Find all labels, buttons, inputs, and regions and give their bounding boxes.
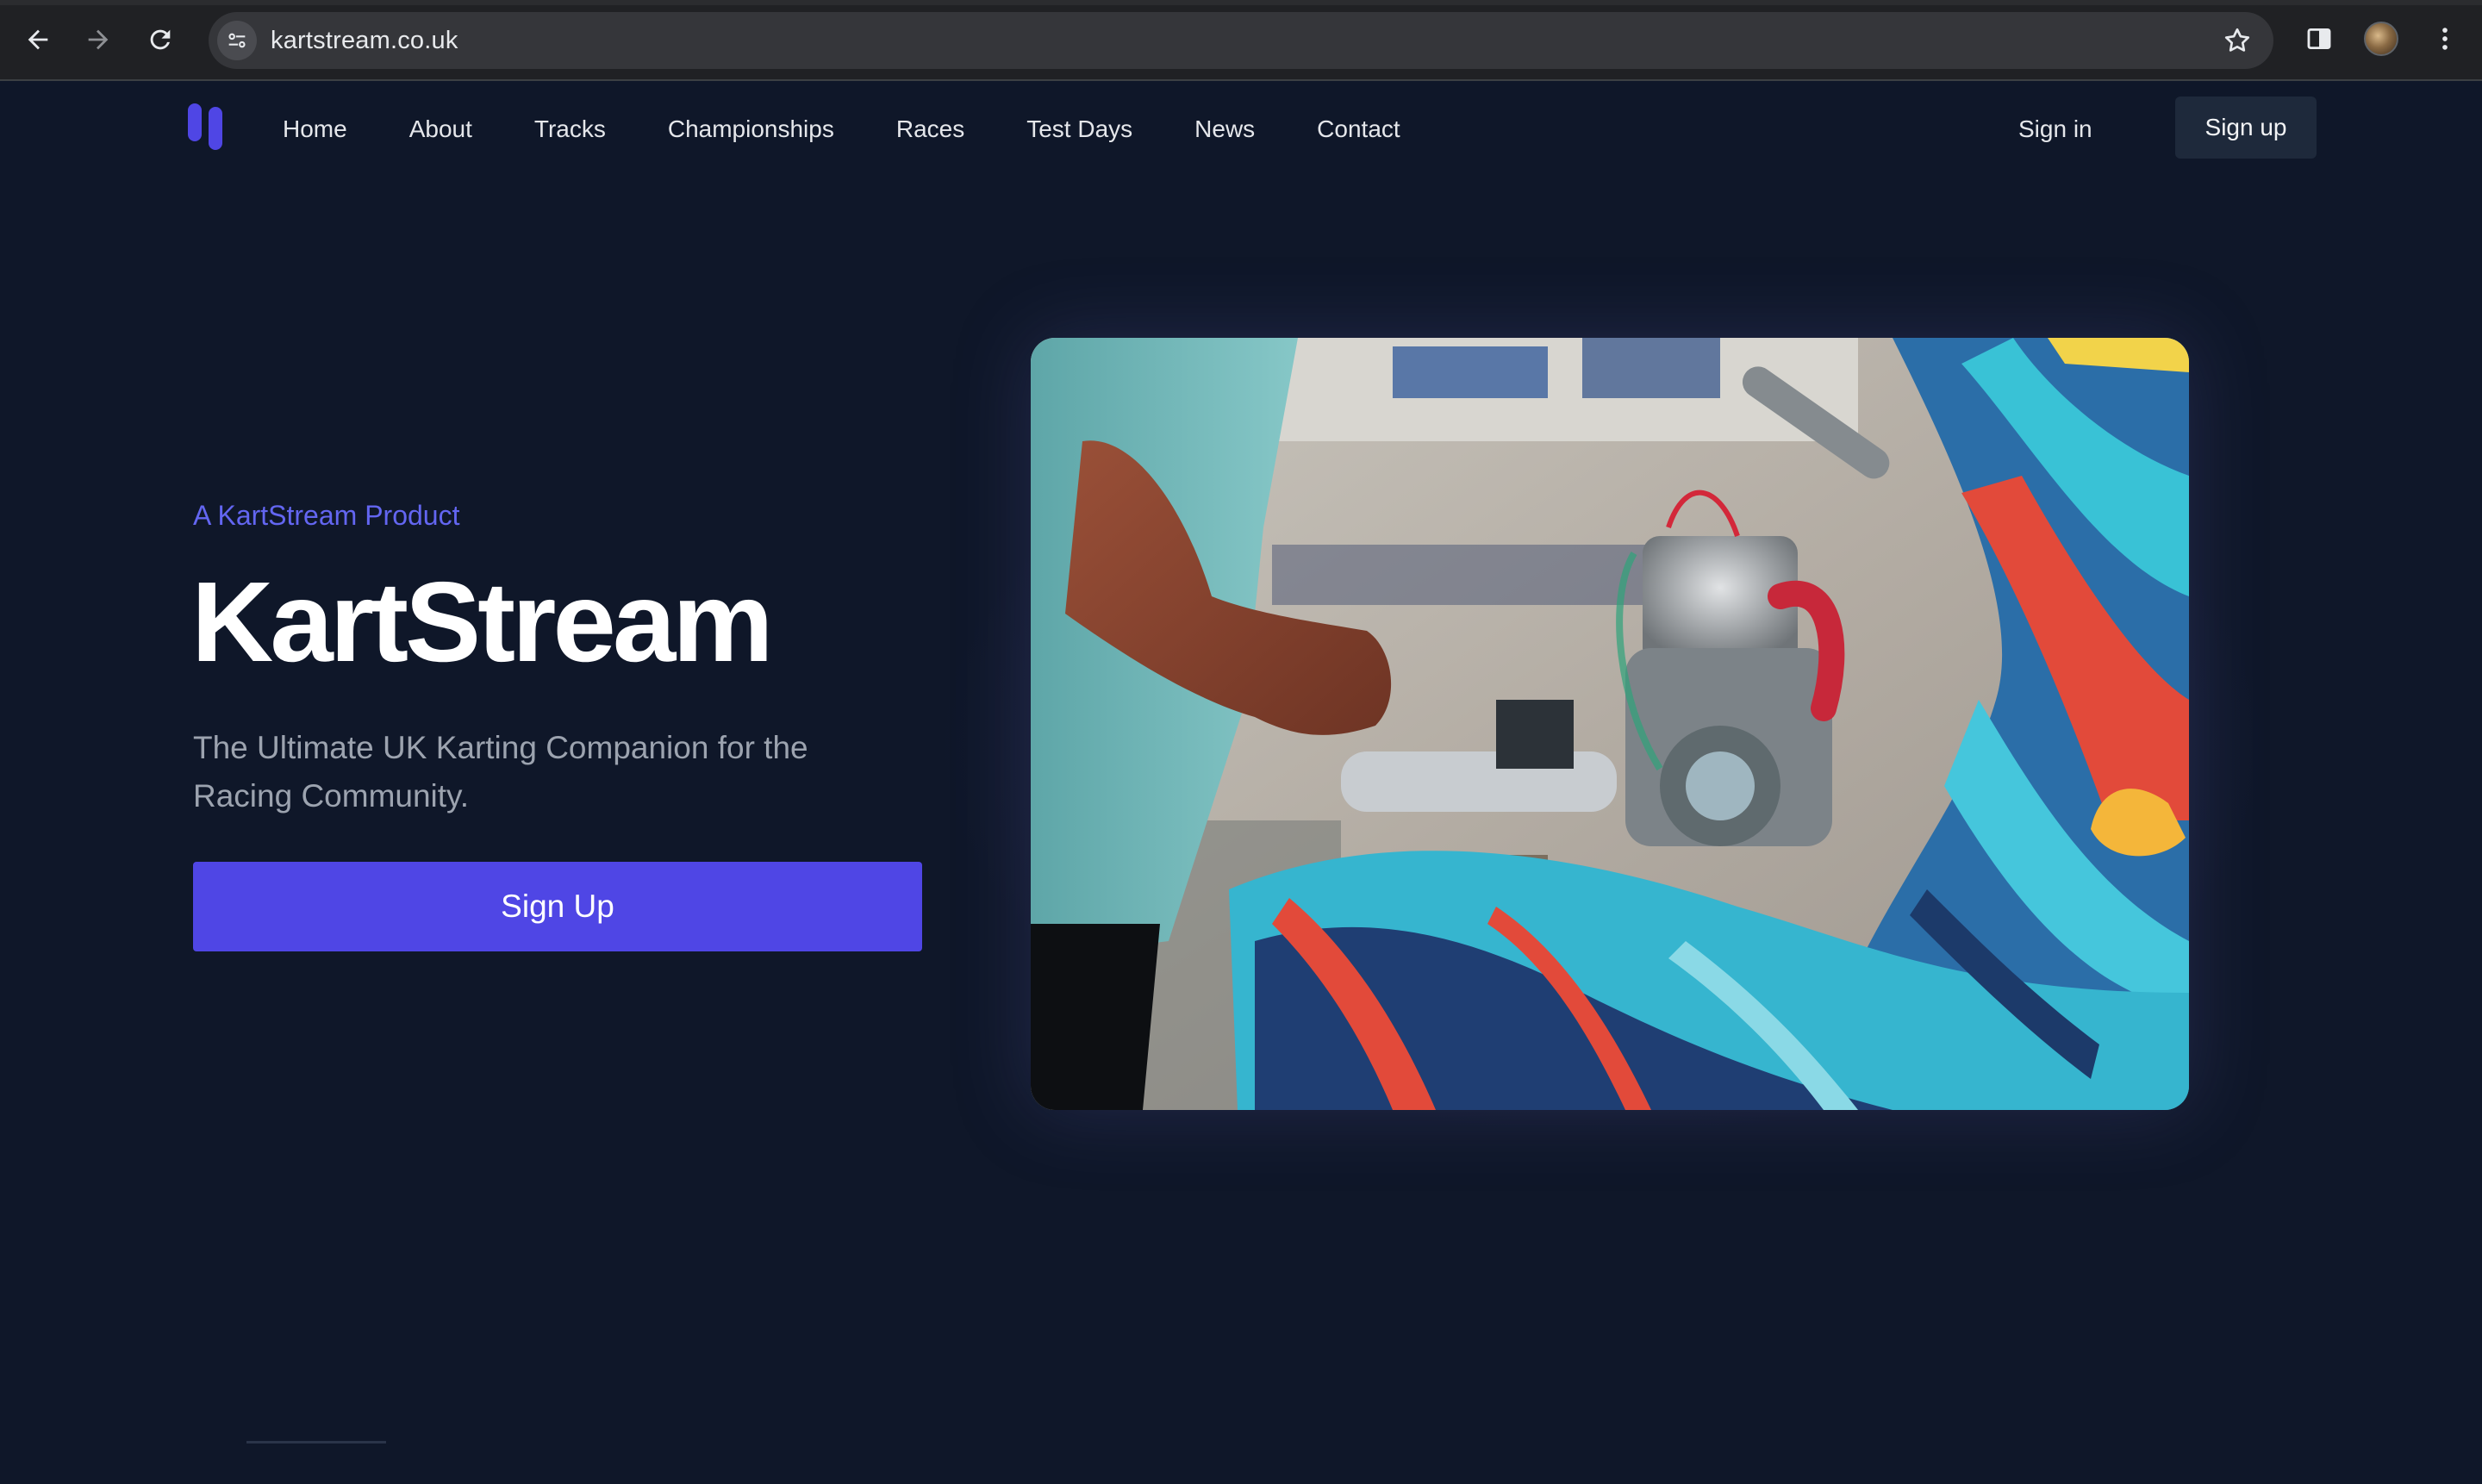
nav-link-about[interactable]: About bbox=[409, 115, 472, 143]
nav-link-races[interactable]: Races bbox=[896, 115, 964, 143]
more-vertical-icon bbox=[2442, 28, 2448, 50]
arrow-right-icon bbox=[88, 29, 109, 50]
reload-icon bbox=[150, 29, 171, 50]
arrow-left-icon bbox=[28, 29, 48, 50]
logo-mark bbox=[209, 107, 222, 150]
forward-button[interactable] bbox=[76, 17, 121, 62]
site-logo[interactable] bbox=[188, 103, 226, 150]
star-icon[interactable] bbox=[2222, 25, 2253, 56]
avatar bbox=[2364, 22, 2398, 56]
nav-link-test-days[interactable]: Test Days bbox=[1026, 115, 1132, 143]
tab-strip-edge bbox=[0, 0, 2482, 5]
main-nav: Home About Tracks Championships Races Te… bbox=[283, 81, 1462, 178]
page: Home About Tracks Championships Races Te… bbox=[0, 81, 2482, 1484]
reload-button[interactable] bbox=[138, 17, 183, 62]
site-info-button[interactable] bbox=[217, 21, 257, 60]
side-panel-button[interactable] bbox=[2299, 19, 2339, 59]
go-kart-engine-photo bbox=[1031, 338, 2189, 1110]
hero-eyebrow: A KartStream Product bbox=[193, 500, 460, 531]
logo-mark bbox=[188, 103, 202, 141]
nav-link-news[interactable]: News bbox=[1194, 115, 1255, 143]
browser-toolbar: kartstream.co.uk bbox=[0, 0, 2482, 81]
hero-photo-illustration bbox=[1031, 338, 2189, 1110]
hero-sign-up-button[interactable]: Sign Up bbox=[193, 862, 922, 951]
side-panel-icon bbox=[2307, 28, 2331, 50]
hero-subtitle: The Ultimate UK Karting Companion for th… bbox=[193, 730, 808, 814]
divider bbox=[246, 1441, 386, 1443]
nav-link-tracks[interactable]: Tracks bbox=[534, 115, 606, 143]
nav-link-contact[interactable]: Contact bbox=[1317, 115, 1400, 143]
url-text[interactable]: kartstream.co.uk bbox=[271, 12, 458, 69]
profile-button[interactable] bbox=[2361, 19, 2401, 59]
address-bar[interactable]: kartstream.co.uk bbox=[209, 12, 2273, 69]
browser-menu-button[interactable] bbox=[2425, 19, 2465, 59]
sign-up-button[interactable]: Sign up bbox=[2175, 97, 2317, 159]
back-button[interactable] bbox=[16, 17, 60, 62]
nav-link-home[interactable]: Home bbox=[283, 115, 347, 143]
tune-icon bbox=[228, 33, 246, 48]
hero-title: KartStream bbox=[191, 558, 774, 685]
sign-in-link[interactable]: Sign in bbox=[2018, 81, 2092, 178]
nav-link-championships[interactable]: Championships bbox=[668, 115, 834, 143]
site-header: Home About Tracks Championships Races Te… bbox=[0, 81, 2482, 178]
